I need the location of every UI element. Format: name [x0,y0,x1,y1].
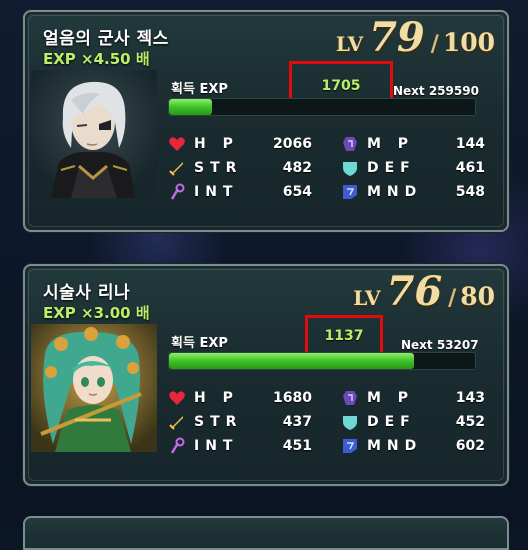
exp-progress-fill [169,353,414,369]
staff-icon [170,183,185,200]
heart-icon [169,391,185,405]
level-current: 79 [369,14,425,61]
exp-gained-label: 획득 EXP [171,336,228,351]
stat-value: 2066 [273,136,312,152]
stat-label: MND [367,184,423,200]
stat-value: 143 [455,390,485,406]
stat-label: MND [367,438,423,454]
stat-value: 451 [282,438,312,454]
heart-icon [169,137,185,151]
stat-label: DEF [367,414,416,430]
stat-mp: M P 143 [341,388,485,408]
exp-gained-value: 1137 [305,315,383,357]
level-display: LV 76 / 80 [353,268,495,315]
stat-hp: H P 1680 [168,388,312,408]
level-current: 76 [386,268,443,315]
mp-potion-icon [343,391,357,405]
stat-label: M P [367,136,415,152]
stat-hp: H P 2066 [168,134,312,154]
stat-int: INT 654 [168,182,312,202]
level-max: 100 [442,28,495,57]
stat-value: 452 [455,414,485,430]
character-card-2[interactable]: 시술사 리나 EXP ×3.00 배 LV 76 / 80 획득 EXP 113… [23,264,509,486]
staff-icon [170,437,185,454]
character-name: 시술사 리나 [43,283,131,303]
mp-potion-icon [343,137,357,151]
sword-icon [169,416,183,430]
character-card-1[interactable]: 얼음의 군사 젝스 EXP ×4.50 배 LV 79 / 100 획득 EXP… [23,10,509,232]
character-card-3-partial[interactable] [23,516,509,550]
stat-str: STR 482 [168,158,312,178]
level-separator: / [448,285,457,311]
stat-label: M P [367,390,415,406]
stat-label: STR [194,414,243,430]
shield-icon [343,416,357,430]
stat-int: INT 451 [168,436,312,456]
exp-progress-bar [168,98,476,116]
exp-rate: EXP ×3.00 배 [43,304,150,322]
stat-label: H P [194,390,239,406]
character-portrait [31,324,157,452]
stat-label: INT [194,438,239,454]
sword-icon [169,162,183,176]
stat-def: DEF 452 [341,412,485,432]
shield-icon [343,162,357,176]
character-name: 얼음의 군사 젝스 [43,29,169,49]
stat-value: 548 [455,184,485,200]
character-portrait [31,70,157,198]
exp-progress-bar [168,352,476,370]
exp-rate: EXP ×4.50 배 [43,50,150,68]
stat-value: 1680 [273,390,312,406]
stat-value: 437 [282,414,312,430]
mind-icon [343,439,357,453]
level-label: LV [353,286,381,310]
exp-progress-fill [169,99,212,115]
stat-def: DEF 461 [341,158,485,178]
stat-label: H P [194,136,239,152]
mind-icon [343,185,357,199]
stat-value: 654 [282,184,312,200]
stat-value: 461 [455,160,485,176]
exp-gained-label: 획득 EXP [171,82,228,97]
level-display: LV 79 / 100 [336,14,495,61]
next-exp-label: Next 259590 [393,84,479,98]
level-label: LV [335,32,364,56]
stat-mnd: MND 602 [341,436,485,456]
stat-mnd: MND 548 [341,182,485,202]
next-exp-label: Next 53207 [401,338,479,352]
level-separator: / [430,31,439,57]
stat-label: INT [194,184,239,200]
stat-value: 144 [455,136,485,152]
level-max: 80 [460,282,495,311]
stat-value: 482 [282,160,312,176]
stat-str: STR 437 [168,412,312,432]
stat-label: DEF [367,160,416,176]
stat-mp: M P 144 [341,134,485,154]
stat-label: STR [194,160,243,176]
stat-value: 602 [455,438,485,454]
